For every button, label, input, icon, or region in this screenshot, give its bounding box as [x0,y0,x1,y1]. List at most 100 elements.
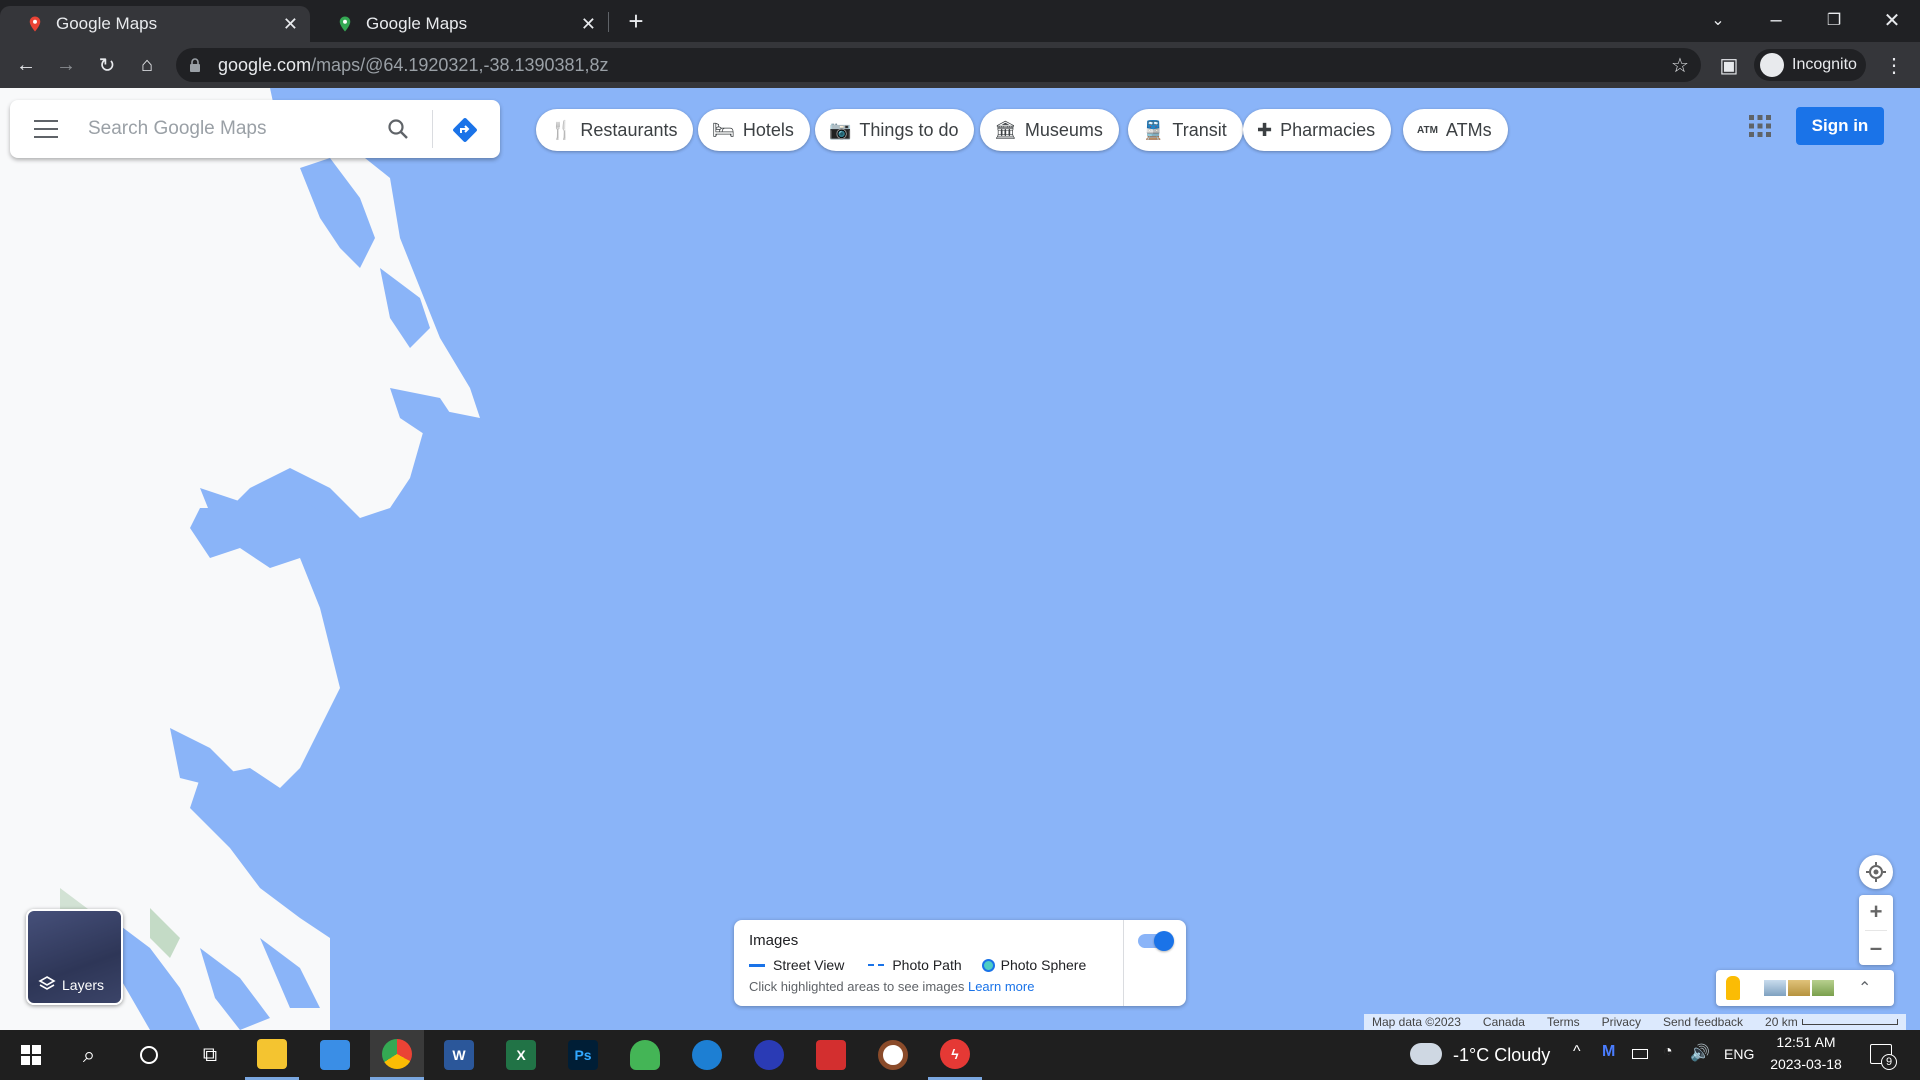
menu-kebab-icon[interactable]: ⋮ [1878,49,1910,81]
search-input[interactable] [88,116,378,142]
browser-tab-strip: Google Maps ✕ Google Maps ✕ + ⌄ – ❐ ✕ [0,0,1920,42]
chrome-icon [382,1038,412,1069]
restore-button[interactable]: ❐ [1818,4,1850,36]
street-view-line-icon [749,963,765,967]
google-maps-icon [339,16,351,32]
incognito-label: Incognito [1792,56,1857,73]
photo-path-line-icon [868,964,885,966]
search-box [10,100,500,158]
weather-text[interactable]: -1°C Cloudy [1453,1045,1550,1066]
tab-google-maps-1[interactable]: Google Maps ✕ [0,6,310,42]
minimize-button[interactable]: – [1760,4,1792,36]
search-icon[interactable] [386,117,410,141]
google-apps-grid-icon[interactable] [1748,114,1772,138]
forward-button[interactable]: → [50,49,82,81]
tab-search-button[interactable]: ⌄ [1702,4,1734,36]
directions-icon[interactable] [451,116,479,144]
music-app[interactable] [680,1030,734,1080]
cloud-weather-icon [1410,1043,1442,1065]
lightning-icon: ϟ [940,1038,970,1069]
volume-icon[interactable]: 🔊 [1690,1043,1710,1063]
chip-label: ATMs [1445,119,1492,140]
incognito-icon [1760,53,1784,77]
url-text[interactable]: google.com/maps/@64.1920321,-38.1390381,… [218,55,609,76]
battery-icon[interactable] [1632,1049,1648,1059]
chip-museums[interactable]: 🏛 Museums [980,109,1119,151]
close-window-button[interactable]: ✕ [1876,4,1908,36]
chrome-app[interactable] [370,1030,424,1080]
country-link[interactable]: Canada [1483,1015,1525,1029]
language-indicator[interactable]: ENG [1724,1046,1754,1062]
task-view-icon[interactable]: ⧉ [183,1030,237,1080]
home-button[interactable]: ⌂ [131,49,163,81]
photoshop-app[interactable]: Ps [556,1030,610,1080]
tab-divider [608,12,609,32]
clock-time[interactable]: 12:51 AM [1770,1034,1842,1050]
vpn-app[interactable] [618,1030,672,1080]
photo-thumbnail[interactable] [1812,980,1834,996]
cortana-icon[interactable] [122,1030,176,1080]
photo-thumbnail[interactable] [1788,980,1810,996]
chip-pharmacies[interactable]: ✚ Pharmacies [1243,109,1392,151]
excel-app[interactable]: X [494,1030,548,1080]
tab-title: Google Maps [56,14,158,33]
zoom-out-button[interactable]: – [1870,930,1882,965]
legend-photo-path: Photo Path [892,957,962,973]
clock-date[interactable]: 2023-03-18 [1766,1056,1846,1072]
camera-icon: 📷 [829,119,852,140]
close-tab-icon[interactable]: ✕ [581,14,596,35]
sign-in-button[interactable]: Sign in [1796,107,1884,145]
bookmark-star-icon[interactable]: ☆ [1664,49,1696,81]
disc-app[interactable] [866,1030,920,1080]
back-button[interactable]: ← [10,49,42,81]
map-canvas[interactable] [0,88,1920,1030]
flash-app[interactable]: ϟ [928,1030,982,1080]
map-footer: Map data ©2023 Canada Terms Privacy Send… [1364,1014,1906,1030]
my-location-button[interactable] [1859,855,1893,889]
images-hint-row: Click highlighted areas to see images Le… [749,979,1034,994]
photo-thumbnail[interactable] [1764,980,1786,996]
layers-button[interactable]: Layers [26,909,123,1005]
new-tab-button[interactable]: + [620,5,652,37]
images-hint: Click highlighted areas to see images [749,979,965,994]
museum-icon: 🏛 [994,119,1017,140]
word-app[interactable]: W [432,1030,486,1080]
control-panel-app[interactable] [308,1030,362,1080]
close-tab-icon[interactable]: ✕ [283,14,298,35]
file-explorer-app[interactable] [245,1030,299,1080]
video-editor-app[interactable] [804,1030,858,1080]
reload-button[interactable]: ↻ [91,49,123,81]
send-feedback-link[interactable]: Send feedback [1663,1015,1743,1029]
zoom-controls: + – [1859,895,1893,965]
photoshop-icon: Ps [568,1040,598,1070]
chip-label: Hotels [742,119,794,140]
chip-hotels[interactable]: 🛏 Hotels [698,109,810,151]
layers-icon [38,976,56,990]
terms-link[interactable]: Terms [1547,1015,1580,1029]
chip-restaurants[interactable]: 🍴 Restaurants [536,109,694,151]
images-toggle[interactable] [1138,931,1174,951]
chevron-up-icon[interactable]: ⌃ [1858,978,1871,998]
wifi-icon[interactable]: ◔ [1663,1043,1673,1061]
chip-atms[interactable]: ATM ATMs [1403,109,1508,151]
images-title: Images [749,932,799,949]
tab-title: Google Maps [366,14,468,33]
learn-more-link[interactable]: Learn more [968,979,1034,994]
photo-sphere-dot-icon [981,958,995,972]
start-button[interactable] [4,1030,58,1080]
scale-label: 20 km [1765,1015,1798,1029]
chip-things-to-do[interactable]: 📷 Things to do [815,109,975,151]
search-taskbar-icon[interactable]: ⌕ [62,1030,116,1080]
chevron-up-tray-icon[interactable]: ^ [1573,1043,1581,1061]
scale-bar[interactable]: 20 km [1765,1015,1898,1029]
chip-transit[interactable]: 🚆 Transit [1128,109,1243,151]
side-panel-icon[interactable]: ▣ [1713,49,1745,81]
zoom-in-button[interactable]: + [1870,895,1883,930]
incognito-badge[interactable]: Incognito [1754,49,1866,81]
media-app[interactable] [742,1030,796,1080]
m-app-tray-icon[interactable]: M [1602,1043,1615,1061]
hamburger-menu-icon[interactable] [34,120,58,138]
privacy-link[interactable]: Privacy [1602,1015,1641,1029]
tab-google-maps-2[interactable]: Google Maps ✕ [310,6,608,42]
pegman-icon[interactable] [1726,976,1740,1000]
